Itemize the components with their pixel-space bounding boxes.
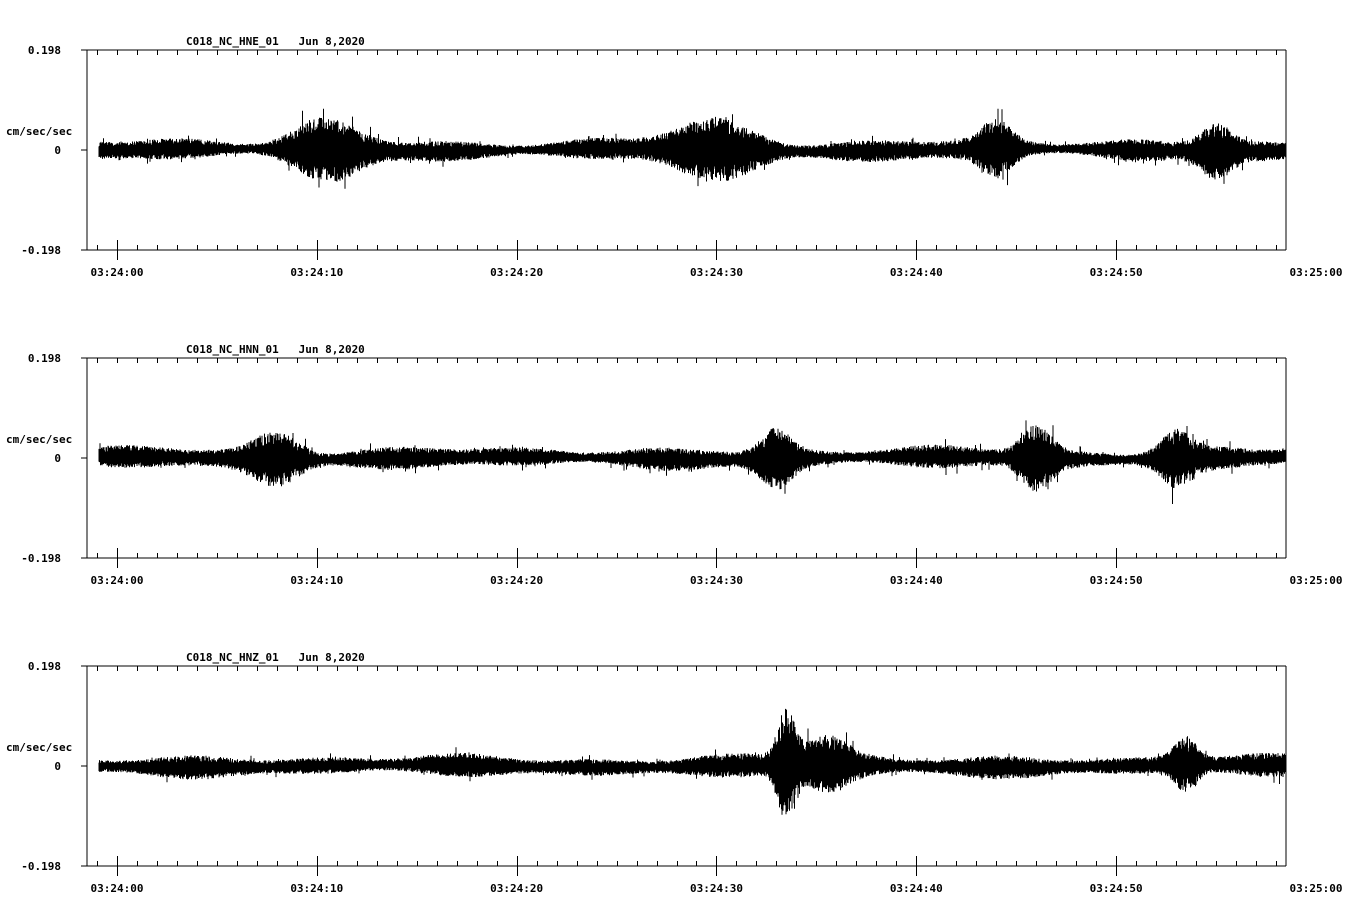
x-tick-label: 03:24:20	[490, 882, 543, 895]
y-tick-label: 0	[54, 452, 61, 465]
x-tick-label: 03:24:40	[890, 266, 943, 279]
y-tick-label: 0	[54, 760, 61, 773]
x-tick-label: 03:24:30	[690, 882, 743, 895]
y-tick-label: -0.198	[21, 552, 61, 565]
panel-title: C018_NC_HNN_01 Jun 8,2020	[186, 343, 365, 356]
waveform-trace	[98, 108, 1287, 189]
x-tick-label: 03:24:00	[90, 266, 143, 279]
x-tick-label: 03:24:10	[290, 266, 343, 279]
x-tick-label: 03:24:30	[690, 266, 743, 279]
panel-title: C018_NC_HNE_01 Jun 8,2020	[186, 35, 365, 48]
seismogram-figure: 0.198 0 -0.198 cm/sec/sec C018_NC_HNE_01 Jun…	[6, 35, 1342, 895]
seismogram-panel-2: 0.198 0 -0.198 cm/sec/sec C018_NC_HNN_01 Jun…	[6, 343, 1342, 587]
waveform-trace	[98, 420, 1287, 504]
waveform-trace	[98, 708, 1287, 815]
x-tick-label: 03:24:20	[490, 266, 543, 279]
x-tick-label: 03:24:50	[1090, 882, 1143, 895]
seismogram-panel-1: 0.198 0 -0.198 cm/sec/sec C018_NC_HNE_01 Jun…	[6, 35, 1342, 279]
seismogram-panel-3: 0.198 0 -0.198 cm/sec/sec C018_NC_HNZ_01 Jun…	[6, 651, 1342, 895]
x-tick-label: 03:25:00	[1289, 266, 1342, 279]
y-axis-label: cm/sec/sec	[6, 433, 72, 446]
x-tick-label: 03:24:40	[890, 882, 943, 895]
panel-title: C018_NC_HNZ_01 Jun 8,2020	[186, 651, 365, 664]
y-tick-label: 0.198	[28, 44, 61, 57]
y-tick-label: -0.198	[21, 244, 61, 257]
x-tick-label: 03:24:00	[90, 574, 143, 587]
y-tick-label: 0	[54, 144, 61, 157]
x-tick-label: 03:24:50	[1090, 574, 1143, 587]
y-tick-label: -0.198	[21, 860, 61, 873]
x-tick-label: 03:24:30	[690, 574, 743, 587]
x-tick-label: 03:24:50	[1090, 266, 1143, 279]
x-tick-label: 03:24:20	[490, 574, 543, 587]
y-axis-label: cm/sec/sec	[6, 741, 72, 754]
y-tick-label: 0.198	[28, 352, 61, 365]
x-tick-label: 03:24:10	[290, 574, 343, 587]
y-tick-label: 0.198	[28, 660, 61, 673]
x-tick-label: 03:24:00	[90, 882, 143, 895]
x-tick-label: 03:24:10	[290, 882, 343, 895]
x-tick-label: 03:25:00	[1289, 882, 1342, 895]
x-tick-label: 03:25:00	[1289, 574, 1342, 587]
x-tick-label: 03:24:40	[890, 574, 943, 587]
y-axis-label: cm/sec/sec	[6, 125, 72, 138]
